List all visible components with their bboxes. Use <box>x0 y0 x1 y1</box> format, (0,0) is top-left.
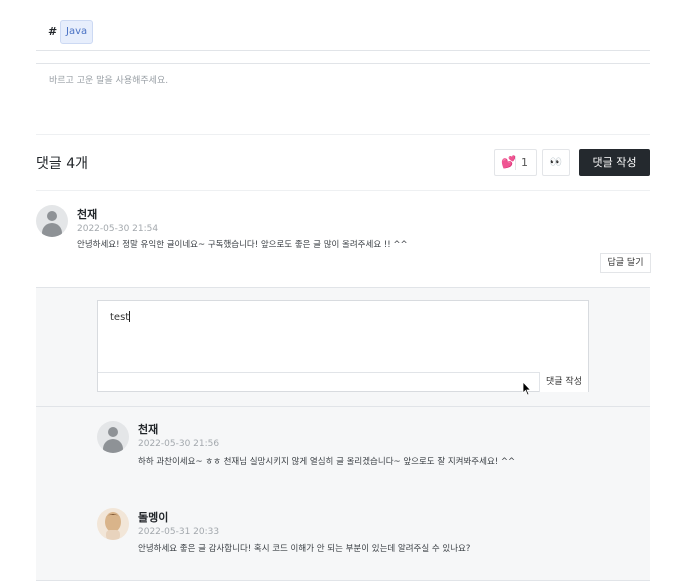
divider <box>36 287 650 288</box>
reply-author: 돌멩이 <box>138 511 169 524</box>
divider <box>36 134 650 135</box>
divider <box>36 580 650 581</box>
heart-icon: 💕 <box>501 155 516 169</box>
reply-textarea[interactable]: test <box>110 311 131 323</box>
avatar <box>97 421 129 453</box>
divider <box>36 190 650 191</box>
reply-text: 하하 과찬이세요~ ㅎㅎ 천재님 실망시키지 않게 열심히 글 올리겠습니다~ … <box>138 457 516 467</box>
reply-form: test <box>97 300 589 392</box>
avatar <box>97 508 129 540</box>
like-button[interactable]: 💕 1 <box>494 149 537 176</box>
reply-text: 안녕하세요 좋은 글 감사합니다! 혹시 코드 이해가 안 되는 부분이 있는데… <box>138 544 471 554</box>
comment-text: 안녕하세요! 정말 유익한 글이네요~ 구독했습니다! 앞으로도 좋은 글 많이… <box>77 240 408 250</box>
eyes-icon: 👀 <box>549 157 563 168</box>
reply-date: 2022-05-30 21:56 <box>138 439 220 449</box>
hash-icon: # <box>48 25 58 38</box>
divider <box>36 50 650 51</box>
reply-date: 2022-05-31 20:33 <box>138 527 220 537</box>
reply-author: 천재 <box>138 423 159 436</box>
avatar <box>36 205 68 237</box>
comments-title: 댓글 4개 <box>36 156 88 172</box>
write-comment-button[interactable]: 댓글 작성 <box>579 149 650 176</box>
comment-author: 천재 <box>77 208 98 221</box>
eyes-button[interactable]: 👀 <box>542 149 570 176</box>
divider <box>36 406 650 407</box>
reply-submit-button[interactable]: 댓글 작성 <box>539 372 588 392</box>
reply-button[interactable]: 답글 달기 <box>600 253 651 273</box>
notice-text: 바르고 고운 말을 사용해주세요. <box>49 76 169 86</box>
like-count: 1 <box>521 156 528 169</box>
divider <box>36 63 650 64</box>
divider <box>515 156 516 170</box>
mouse-cursor-icon <box>522 381 532 396</box>
comment-date: 2022-05-30 21:54 <box>77 224 159 234</box>
tag-java[interactable]: Java <box>60 20 94 44</box>
